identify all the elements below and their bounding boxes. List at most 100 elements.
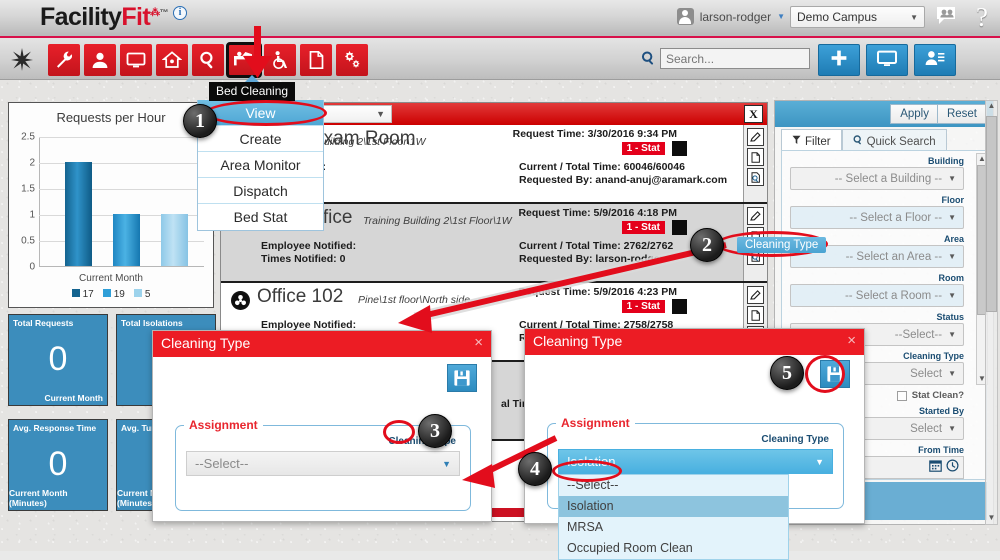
chevron-down-icon: ▼ xyxy=(948,330,956,339)
save-button[interactable] xyxy=(447,364,477,392)
global-search[interactable] xyxy=(642,48,810,69)
tab-filter-label: Filter xyxy=(805,136,831,148)
dialog-title: Cleaning Type xyxy=(161,335,250,351)
magnifier-icon xyxy=(198,50,218,70)
monitor-icon xyxy=(126,50,146,70)
room-select[interactable]: -- Select a Room -- ▼ xyxy=(790,284,964,307)
tab-filter[interactable]: Filter xyxy=(781,129,842,151)
toolbar-button-bed-cleaning[interactable] xyxy=(228,44,260,76)
add-button[interactable] xyxy=(818,44,860,76)
toolbar-button-reports[interactable] xyxy=(300,44,332,76)
group-chat-icon[interactable] xyxy=(936,6,958,26)
document-icon[interactable] xyxy=(747,306,764,324)
app-header: FacilityFit⁂™ i larson-rodger ▼ Demo Cam… xyxy=(0,0,1000,38)
wrench-icon xyxy=(54,50,74,70)
step-badge-1: 1 xyxy=(183,104,217,138)
funnel-icon xyxy=(792,135,801,148)
chevron-down-icon: ▼ xyxy=(948,369,956,378)
toolbar-button-settings[interactable] xyxy=(336,44,368,76)
legend-swatch xyxy=(72,289,80,297)
row-actions xyxy=(743,125,767,202)
y-tick-label: 2.5 xyxy=(21,132,35,143)
row-requested-by: Requested By: anand-anuj@aramark.com xyxy=(519,174,727,186)
edit-pencil-icon[interactable] xyxy=(747,207,764,225)
logo-text-facility: Facility xyxy=(40,3,121,31)
apply-button[interactable]: Apply xyxy=(890,104,939,124)
page-scrollbar[interactable]: ▲ ▼ xyxy=(985,100,998,525)
chart-x-label: Current Month xyxy=(9,273,213,284)
option-occupied-room-clean[interactable]: Occupied Room Clean xyxy=(559,538,788,559)
toolbar-button-monitor[interactable] xyxy=(120,44,152,76)
y-tick-label: 1.5 xyxy=(21,184,35,195)
kpi-title: Total Isolations xyxy=(117,315,215,328)
search-input[interactable] xyxy=(660,48,810,69)
campus-select[interactable]: Demo Campus ▼ xyxy=(790,6,925,28)
document-icon[interactable] xyxy=(747,148,764,166)
kpi-footer: Current Month xyxy=(44,393,103,403)
calendar-icon[interactable] xyxy=(929,459,942,477)
filter-field-floor: Floor -- Select a Floor -- ▼ xyxy=(790,195,964,229)
legend-swatch xyxy=(103,289,111,297)
person-icon xyxy=(90,50,110,70)
contact-button[interactable] xyxy=(914,44,956,76)
kpi-title: Avg. Response Time xyxy=(9,420,107,433)
checkbox[interactable] xyxy=(897,391,907,401)
menu-item-area-monitor[interactable]: Area Monitor xyxy=(198,152,323,178)
menu-item-bed-stat[interactable]: Bed Stat xyxy=(198,204,323,230)
app-root: FacilityFit⁂™ i larson-rodger ▼ Demo Cam… xyxy=(0,0,1000,551)
scroll-down-arrow-icon[interactable]: ▼ xyxy=(985,512,998,525)
toolbar-button-home[interactable] xyxy=(156,44,188,76)
legend-label: 5 xyxy=(145,289,151,300)
menu-item-dispatch[interactable]: Dispatch xyxy=(198,178,323,204)
select-value: Select xyxy=(910,423,942,435)
toolbar-button-accessibility[interactable] xyxy=(264,44,296,76)
requests-per-hour-chart: Requests per Hour 0 0.5 1 1.5 2 2.5 Curr… xyxy=(8,102,214,308)
status-badge: 1 - Stat xyxy=(622,142,665,155)
row-request-time: Request Time: 3/30/2016 9:34 PM xyxy=(513,128,677,140)
reset-button[interactable]: Reset xyxy=(937,104,987,124)
highlight-ring-view xyxy=(205,100,327,126)
scrollbar-thumb[interactable] xyxy=(986,116,997,312)
bed-cleaning-tooltip: Bed Cleaning xyxy=(209,82,295,101)
bar-19 xyxy=(113,214,140,266)
screen-button[interactable] xyxy=(866,44,908,76)
clock-icon[interactable] xyxy=(946,459,959,477)
cleaning-type-select[interactable]: --Select-- ▼ xyxy=(186,451,460,476)
step-badge-2: 2 xyxy=(690,228,724,262)
filter-field-room: Room -- Select a Room -- ▼ xyxy=(790,273,964,307)
legend-label: 19 xyxy=(114,289,125,300)
user-menu[interactable]: larson-rodger ▼ xyxy=(677,8,785,25)
magnifier-icon xyxy=(853,135,863,148)
floor-select[interactable]: -- Select a Floor -- ▼ xyxy=(790,206,964,229)
filter-panel-header: Apply Reset xyxy=(775,101,993,127)
fieldset-caption: Assignment xyxy=(184,418,263,432)
edit-pencil-icon[interactable] xyxy=(747,286,764,304)
toolbar-button-maintenance[interactable] xyxy=(48,44,80,76)
document-search-icon[interactable] xyxy=(747,168,764,186)
help-icon[interactable]: ? xyxy=(976,2,988,33)
scroll-up-arrow-icon[interactable]: ▲ xyxy=(985,100,998,113)
app-logo: FacilityFit⁂™ xyxy=(40,3,168,32)
option-mrsa[interactable]: MRSA xyxy=(559,517,788,538)
kpi-total-requests: Total Requests 0 Current Month xyxy=(8,314,108,406)
option-isolation[interactable]: Isolation xyxy=(559,496,788,517)
row-request-time: Request Time: 5/9/2016 4:18 PM xyxy=(518,207,677,219)
kpi-value: 0 xyxy=(9,445,107,484)
building-select[interactable]: -- Select a Building -- ▼ xyxy=(790,167,964,190)
toolbar-button-search[interactable] xyxy=(192,44,224,76)
row-employee-notified: Employee Notified: xyxy=(261,240,356,252)
menu-item-create[interactable]: Create xyxy=(198,126,323,152)
toolbar-button-staff[interactable] xyxy=(84,44,116,76)
close-icon[interactable]: × xyxy=(847,332,856,349)
edit-pencil-icon[interactable] xyxy=(747,128,764,146)
sparkle-home-icon[interactable] xyxy=(8,46,36,74)
y-tick-label: 0 xyxy=(29,262,35,273)
row-location: Pine\1st floor\North side xyxy=(358,294,470,306)
tab-quick-search[interactable]: Quick Search xyxy=(842,129,947,151)
chart-legend: 17 19 5 xyxy=(9,289,213,300)
info-icon[interactable]: i xyxy=(173,6,187,20)
excel-export-icon[interactable]: X xyxy=(744,105,763,123)
close-icon[interactable]: × xyxy=(474,334,483,351)
row-times-notified: Times Notified: 0 xyxy=(261,253,345,265)
select-value: --Select-- xyxy=(195,456,248,471)
